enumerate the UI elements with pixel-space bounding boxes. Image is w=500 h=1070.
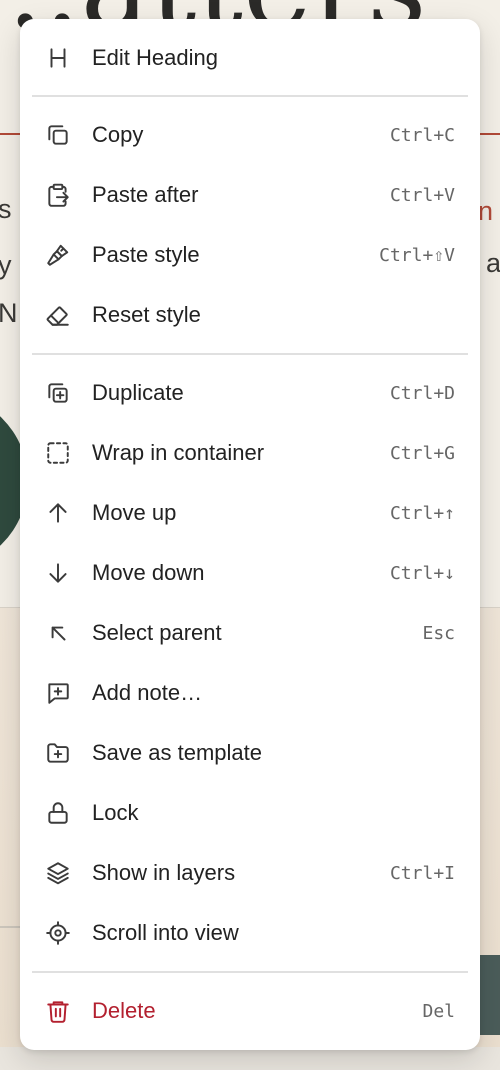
brush-icon bbox=[44, 241, 72, 269]
context-menu: Edit Heading Copy Ctrl+C Paste after Ctr… bbox=[20, 19, 480, 1050]
menu-item-shortcut: Del bbox=[422, 1000, 455, 1022]
menu-separator bbox=[32, 353, 468, 355]
menu-item-label: Copy bbox=[92, 122, 144, 147]
eraser-icon bbox=[44, 301, 72, 329]
background-text-fragment: a bbox=[486, 248, 500, 278]
copy-icon bbox=[44, 121, 72, 149]
menu-item-label: Move down bbox=[92, 560, 205, 585]
menu-item-shortcut: Ctrl+I bbox=[389, 862, 455, 884]
menu-item-show-in-layers[interactable]: Show in layers Ctrl+I bbox=[20, 843, 480, 903]
menu-separator bbox=[32, 95, 468, 97]
background-text-fragment: y bbox=[0, 250, 12, 280]
menu-item-add-note[interactable]: Add note… bbox=[20, 663, 480, 723]
menu-item-label: Edit Heading bbox=[92, 45, 218, 70]
duplicate-icon bbox=[44, 379, 72, 407]
folder-plus-icon bbox=[44, 739, 72, 767]
menu-item-label: Reset style bbox=[92, 302, 201, 327]
arrow-up-left-icon bbox=[44, 619, 72, 647]
menu-item-duplicate[interactable]: Duplicate Ctrl+D bbox=[20, 363, 480, 423]
menu-item-scroll-into-view[interactable]: Scroll into view bbox=[20, 903, 480, 963]
layers-icon bbox=[44, 859, 72, 887]
menu-item-edit-heading[interactable]: Edit Heading bbox=[20, 27, 480, 89]
menu-item-label: Lock bbox=[92, 800, 139, 825]
menu-item-move-up[interactable]: Move up Ctrl+↑ bbox=[20, 483, 480, 543]
menu-item-shortcut: Ctrl+↑ bbox=[389, 502, 455, 524]
menu-item-shortcut: Ctrl+V bbox=[389, 184, 455, 206]
menu-item-save-as-template[interactable]: Save as template bbox=[20, 723, 480, 783]
menu-item-paste-after[interactable]: Paste after Ctrl+V bbox=[20, 165, 480, 225]
menu-item-label: Duplicate bbox=[92, 380, 184, 405]
menu-item-label: Wrap in container bbox=[92, 440, 265, 465]
menu-item-shortcut: Ctrl+⇧V bbox=[379, 244, 455, 266]
menu-item-label: Scroll into view bbox=[92, 920, 239, 945]
background-text-fragment: N bbox=[0, 298, 18, 328]
background-footer bbox=[0, 1047, 500, 1070]
menu-item-shortcut: Ctrl+C bbox=[389, 124, 455, 146]
background-text-fragment: s bbox=[0, 194, 12, 224]
trash-icon bbox=[44, 997, 72, 1025]
menu-item-shortcut: Esc bbox=[422, 622, 455, 644]
menu-item-lock[interactable]: Lock bbox=[20, 783, 480, 843]
menu-item-label: Delete bbox=[92, 998, 156, 1023]
menu-item-delete[interactable]: Delete Del bbox=[20, 981, 480, 1041]
menu-item-shortcut: Ctrl+G bbox=[389, 442, 455, 464]
menu-separator bbox=[32, 971, 468, 973]
menu-item-shortcut: Ctrl+D bbox=[389, 382, 455, 404]
arrow-down-icon bbox=[44, 559, 72, 587]
menu-item-label: Move up bbox=[92, 500, 177, 525]
menu-item-copy[interactable]: Copy Ctrl+C bbox=[20, 105, 480, 165]
menu-item-paste-style[interactable]: Paste style Ctrl+⇧V bbox=[20, 225, 480, 285]
menu-item-label: Save as template bbox=[92, 740, 262, 765]
dashed-square-icon bbox=[44, 439, 72, 467]
arrow-up-icon bbox=[44, 499, 72, 527]
heading-icon bbox=[44, 44, 72, 72]
menu-item-label: Paste after bbox=[92, 182, 199, 207]
menu-item-shortcut: Ctrl+↓ bbox=[389, 562, 455, 584]
lock-icon bbox=[44, 799, 72, 827]
menu-item-label: Paste style bbox=[92, 242, 200, 267]
background-text-fragment: n r bbox=[478, 196, 500, 226]
menu-item-label: Show in layers bbox=[92, 860, 236, 885]
menu-item-select-parent[interactable]: Select parent Esc bbox=[20, 603, 480, 663]
menu-item-label: Add note… bbox=[92, 680, 203, 705]
locate-icon bbox=[44, 919, 72, 947]
menu-item-reset-style[interactable]: Reset style bbox=[20, 285, 480, 345]
menu-item-move-down[interactable]: Move down Ctrl+↓ bbox=[20, 543, 480, 603]
menu-item-label: Select parent bbox=[92, 620, 222, 645]
paste-icon bbox=[44, 181, 72, 209]
menu-item-wrap-in-container[interactable]: Wrap in container Ctrl+G bbox=[20, 423, 480, 483]
add-note-icon bbox=[44, 679, 72, 707]
